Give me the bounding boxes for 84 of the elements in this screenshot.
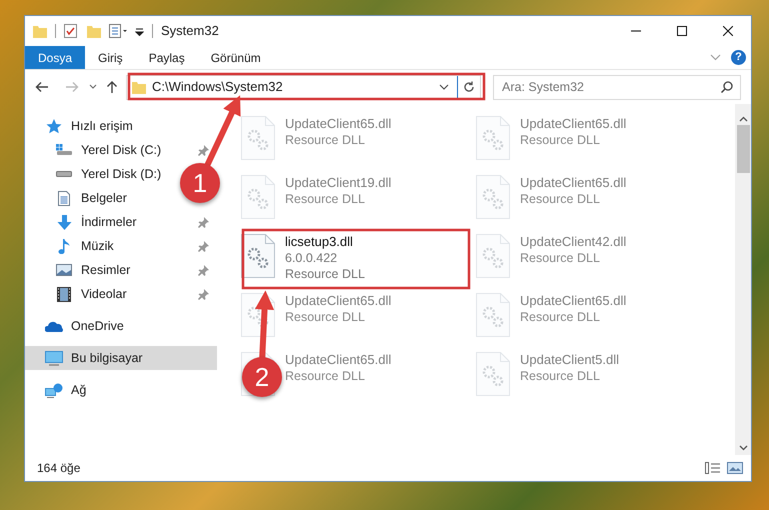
dll-file-icon <box>241 293 275 337</box>
file-name: UpdateClient65.dll <box>520 293 626 309</box>
file-type: Resource DLL <box>285 132 366 148</box>
scrollbar[interactable] <box>735 104 751 455</box>
large-icons-view-icon[interactable] <box>727 462 743 474</box>
download-arrow-icon <box>55 214 73 230</box>
file-version: 6.0.0.422 <box>285 250 338 266</box>
file-type: Resource DLL <box>285 309 366 325</box>
picture-icon <box>55 262 73 278</box>
dll-file-icon <box>241 116 275 160</box>
file-name: UpdateClient65.dll <box>285 116 392 132</box>
scroll-thumb[interactable] <box>736 125 750 173</box>
search-icon <box>721 80 733 92</box>
file-name: UpdateClient42.dll <box>520 234 626 250</box>
checklist-icon[interactable] <box>64 24 77 38</box>
file-type: Resource DLL <box>285 368 366 384</box>
file-type: Resource DLL <box>520 309 601 325</box>
file-type: Resource DLL <box>520 132 601 148</box>
sidebar-item[interactable]: Müzik <box>55 234 114 258</box>
file-name: UpdateClient65.dll <box>285 293 392 309</box>
details-view-icon[interactable] <box>705 462 721 474</box>
network-icon <box>45 382 63 398</box>
dll-file-icon <box>241 234 275 278</box>
pin-icon[interactable] <box>198 240 209 252</box>
dll-file-icon <box>476 352 510 396</box>
star-icon <box>45 118 63 134</box>
pin-icon[interactable] <box>198 144 209 156</box>
document-icon <box>55 190 73 206</box>
address-field[interactable]: C:\Windows\System32 <box>126 74 481 100</box>
monitor-icon <box>45 350 63 366</box>
customize-caret-icon[interactable] <box>135 26 144 36</box>
dll-file-icon <box>476 234 510 278</box>
file-type: Resource DLL <box>520 250 601 266</box>
dll-file-icon <box>476 293 510 337</box>
ribbon-tab[interactable]: Paylaş <box>136 46 198 69</box>
dropdown-caret-icon[interactable] <box>439 84 449 90</box>
sidebar-item[interactable]: Resimler <box>55 258 130 282</box>
maximize-icon <box>677 26 687 36</box>
file-name: UpdateClient19.dll <box>285 175 392 191</box>
sidebar-item[interactable]: Videolar <box>55 282 127 306</box>
sidebar-item[interactable]: Bu bilgisayar <box>25 346 217 370</box>
ribbon-tab[interactable]: Giriş <box>85 46 136 69</box>
sidebar-item[interactable]: İndirmeler <box>55 210 137 234</box>
sidebar-item[interactable]: Belgeler <box>55 186 127 210</box>
file-type: Resource DLL <box>520 191 601 207</box>
help-button[interactable]: ? <box>731 50 746 65</box>
window-title: System32 <box>161 22 219 40</box>
sidebar-item[interactable]: Ağ <box>25 378 217 402</box>
file-type: Resource DLL <box>520 368 601 384</box>
file-name: UpdateClient65.dll <box>285 352 392 368</box>
properties-icon[interactable] <box>109 24 129 38</box>
file-type: Resource DLL <box>285 266 365 282</box>
file-name: UpdateClient65.dll <box>520 116 626 132</box>
dll-file-icon <box>476 175 510 219</box>
refresh-icon[interactable] <box>463 81 475 93</box>
file-name: UpdateClient5.dll <box>520 352 620 368</box>
search-field[interactable]: Ara: System32 <box>493 74 741 100</box>
sidebar-item[interactable]: Yerel Disk (D:) <box>55 162 162 186</box>
up-arrow-icon[interactable] <box>106 80 118 94</box>
ribbon-tab[interactable]: Dosya <box>25 46 86 69</box>
back-arrow-icon[interactable] <box>35 81 49 93</box>
file-type: Resource DLL <box>285 191 366 207</box>
film-icon <box>55 286 73 302</box>
sidebar-item[interactable]: OneDrive <box>25 314 217 338</box>
scroll-down-icon[interactable] <box>738 445 748 451</box>
dll-file-icon <box>241 175 275 219</box>
file-name: licsetup3.dll <box>285 234 354 250</box>
close-icon <box>723 26 733 36</box>
sidebar-item[interactable]: Yerel Disk (C:) <box>55 138 162 162</box>
item-count: 164 öğe <box>37 460 80 477</box>
file-name: UpdateClient65.dll <box>520 175 626 191</box>
drive-icon <box>55 142 73 158</box>
sidebar-item[interactable]: Hızlı erişim <box>25 114 217 138</box>
minimize-icon <box>631 30 641 32</box>
recent-caret-icon[interactable] <box>89 84 97 90</box>
scroll-up-icon[interactable] <box>738 116 748 122</box>
folder-icon <box>132 80 146 94</box>
expand-ribbon-icon[interactable] <box>710 54 721 61</box>
ribbon-tab[interactable]: Görünüm <box>198 46 274 69</box>
pin-icon[interactable] <box>198 216 209 228</box>
pin-icon[interactable] <box>198 264 209 276</box>
pin-icon[interactable] <box>198 288 209 300</box>
dll-file-icon <box>476 116 510 160</box>
address-path: C:\Windows\System32 <box>152 78 283 96</box>
